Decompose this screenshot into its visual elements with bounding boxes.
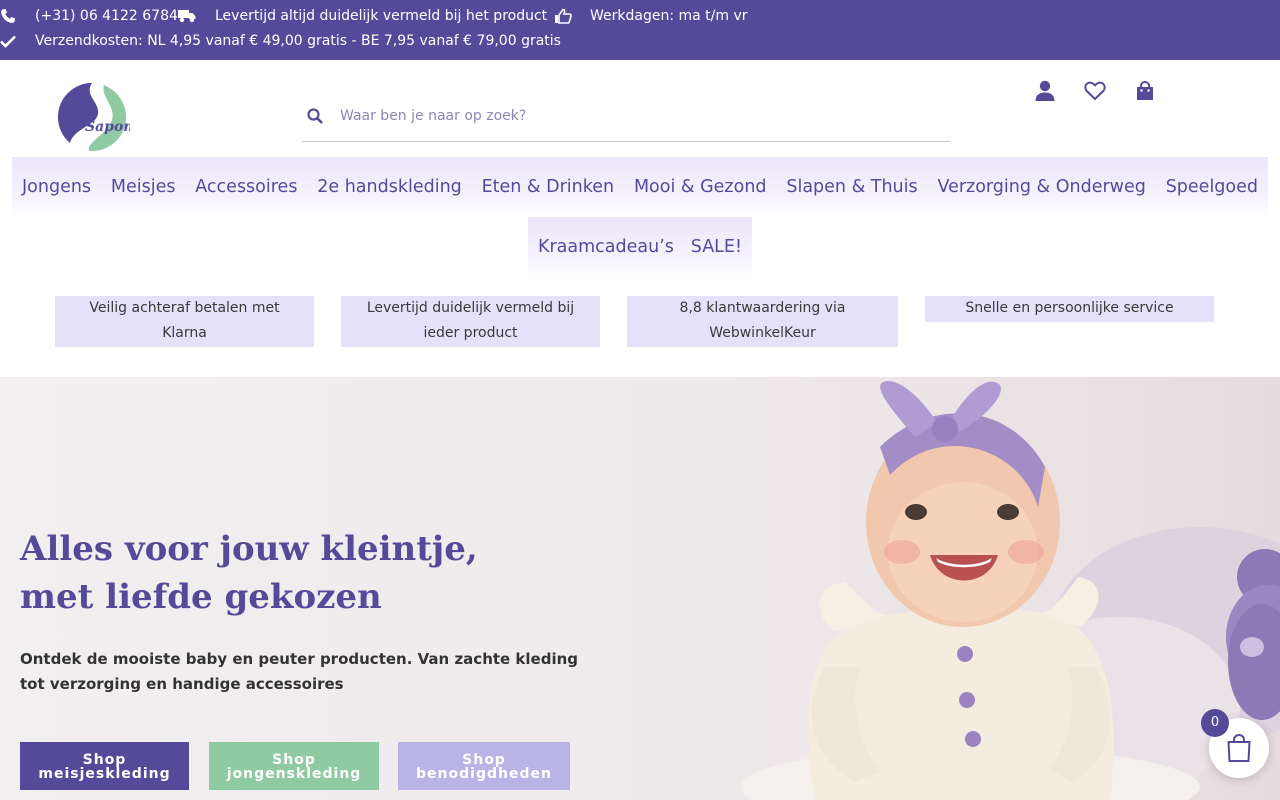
account-button[interactable] [1034,80,1056,102]
main-nav-row-2: Kraamcadeau’s SALE! [528,217,752,277]
check-icon [0,35,16,48]
shopping-bag-icon [1137,80,1153,100]
nav-jongens[interactable]: Jongens [22,177,91,197]
phone-icon [1,9,15,23]
user-icon [1035,80,1055,101]
saponi-logo[interactable]: Saponi [56,82,139,152]
wishlist-button[interactable] [1084,80,1106,102]
shipping-info: Verzendkosten: NL 4,95 vanaf € 49,00 gra… [0,33,561,49]
nav-slapen-thuis[interactable]: Slapen & Thuis [786,177,917,197]
delivery-text: Levertijd altijd duidelijk vermeld bij h… [215,8,548,24]
usp-line: Veilig achteraf betalen met [89,300,280,316]
shop-jongenskleding-button[interactable]: Shop jongenskleding [209,742,379,790]
button-label-line-2: benodigdheden [416,766,552,782]
usp-line: Levertijd duidelijk vermeld bij [366,300,575,316]
hero-title: Alles voor jouw kleintje, met liefde gek… [20,525,580,621]
usp-levertijd: Levertijd duidelijk vermeld bij ieder pr… [341,296,600,347]
hero-title-line-1: Alles voor jouw kleintje, [20,529,478,569]
search-bar[interactable] [302,96,950,142]
hero-banner: Alles voor jouw kleintje, met liefde gek… [0,377,1280,800]
thumbs-up-icon [555,8,572,24]
heart-icon [1084,81,1106,101]
hero-baby-photo [740,381,1280,800]
button-label-line-2: jongenskleding [226,766,362,782]
nav-speelgoed[interactable]: Speelgoed [1166,177,1258,197]
shop-meisjeskleding-button[interactable]: Shop meisjeskleding [20,742,189,790]
nav-sale[interactable]: SALE! [691,237,742,257]
usp-line: Klarna [162,325,207,341]
usp-klarna: Veilig achteraf betalen met Klarna [55,296,314,347]
button-label-line-1: Shop [272,752,316,768]
workdays-info: Werkdagen: ma t/m vr [554,8,748,24]
nav-mooi-gezond[interactable]: Mooi & Gezond [634,177,767,197]
phone-number: (+31) 06 4122 6784 [35,8,178,24]
usp-line: ieder product [423,325,518,341]
search-input[interactable] [340,102,940,130]
nav-2e-handskleding[interactable]: 2e handskleding [317,177,462,197]
top-info-bar: (+31) 06 4122 6784 Levertijd altijd duid… [0,0,1280,60]
button-label-line-1: Shop [82,752,127,768]
shop-benodigdheden-button[interactable]: Shop benodigdheden [398,742,570,790]
shipping-text: Verzendkosten: NL 4,95 vanaf € 49,00 gra… [35,33,561,49]
hero-title-line-2: met liefde gekozen [20,577,382,617]
phone-info[interactable]: (+31) 06 4122 6784 [0,8,178,24]
cart-count-badge: 0 [1201,709,1229,737]
usp-line: WebwinkelKeur [709,325,816,341]
truck-icon [178,10,196,23]
button-label-line-1: Shop [462,752,506,768]
usp-service: Snelle en persoonlijke service [925,296,1214,322]
logo-text: Saponi [85,119,130,135]
nav-accessoires[interactable]: Accessoires [195,177,297,197]
usp-line: 8,8 klantwaardering via [679,300,846,316]
workdays-text: Werkdagen: ma t/m vr [590,8,748,24]
usp-klantwaardering: 8,8 klantwaardering via WebwinkelKeur [627,296,898,347]
button-label-line-2: meisjeskleding [38,766,171,782]
usp-line: Snelle en persoonlijke service [965,300,1174,316]
nav-eten-drinken[interactable]: Eten & Drinken [482,177,615,197]
shopping-bag-icon [1227,733,1251,762]
search-icon[interactable] [307,108,323,124]
nav-verzorging-onderweg[interactable]: Verzorging & Onderweg [937,177,1145,197]
main-nav: Jongens Meisjes Accessoires 2e handskled… [12,157,1268,217]
hero-subtitle: Ontdek de mooiste baby en peuter product… [20,650,579,693]
nav-meisjes[interactable]: Meisjes [111,177,176,197]
nav-kraamcadeaus[interactable]: Kraamcadeau’s [538,237,674,257]
cart-button[interactable] [1134,80,1156,102]
delivery-info: Levertijd altijd duidelijk vermeld bij h… [178,8,547,24]
